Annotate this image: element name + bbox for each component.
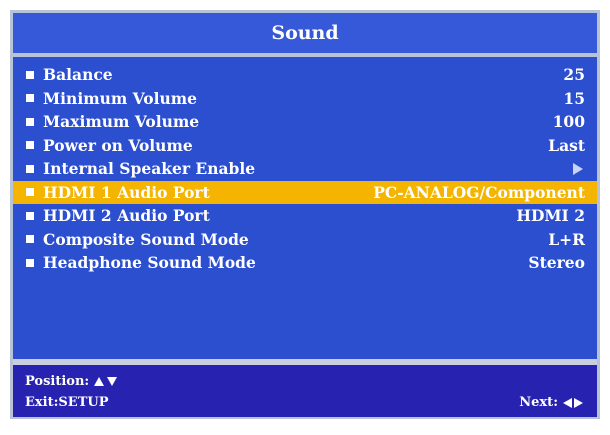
arrow-right-icon (574, 397, 583, 408)
menu-item-maximum-volume[interactable]: Maximum Volume 100 (13, 110, 597, 134)
exit-label: Exit:SETUP (25, 395, 109, 410)
bullet-icon (26, 188, 34, 197)
next-label: Next: (519, 395, 558, 410)
menu-item-value: Last (548, 135, 585, 155)
menu-item-balance[interactable]: Balance 25 (13, 63, 597, 87)
arrow-left-icon (563, 397, 572, 408)
menu-item-power-on-volume[interactable]: Power on Volume Last (13, 134, 597, 158)
bullet-icon (26, 117, 34, 126)
bullet-icon (26, 258, 34, 267)
menu-item-headphone-sound-mode[interactable]: Headphone Sound Mode Stereo (13, 251, 597, 275)
menu-item-minimum-volume[interactable]: Minimum Volume 15 (13, 87, 597, 111)
menu-item-value: 100 (552, 112, 585, 132)
arrow-up-icon (94, 377, 105, 386)
menu-title: Sound (271, 22, 339, 44)
menu-item-label: HDMI 1 Audio Port (43, 182, 210, 202)
help-footer: Position: Exit:SETUP Next: (13, 365, 597, 417)
menu-item-composite-sound-mode[interactable]: Composite Sound Mode L+R (13, 228, 597, 252)
osd-menu-frame: Sound Balance 25 Minimum Volume 15 Maxim… (10, 10, 600, 419)
bullet-icon (26, 211, 34, 220)
menu-item-label: Power on Volume (43, 135, 193, 155)
menu-title-bar: Sound (13, 13, 597, 53)
menu-item-value: 25 (563, 65, 585, 85)
menu-item-label: Minimum Volume (43, 88, 198, 108)
bullet-icon (26, 235, 34, 244)
menu-item-label: Internal Speaker Enable (43, 159, 256, 179)
menu-panel: Balance 25 Minimum Volume 15 Maximum Vol… (13, 57, 597, 359)
menu-item-label: Maximum Volume (43, 112, 200, 132)
bullet-icon (26, 94, 34, 103)
bullet-icon (26, 164, 34, 173)
menu-list: Balance 25 Minimum Volume 15 Maximum Vol… (13, 63, 597, 275)
menu-item-hdmi-2-audio-port[interactable]: HDMI 2 Audio Port HDMI 2 (13, 204, 597, 228)
arrow-down-icon (107, 377, 118, 386)
arrow-right-icon (573, 162, 583, 175)
menu-item-label: Composite Sound Mode (43, 229, 249, 249)
menu-item-value: PC-ANALOG/Component (373, 182, 585, 202)
menu-item-hdmi-1-audio-port[interactable]: HDMI 1 Audio Port PC-ANALOG/Component (13, 180, 597, 204)
exit-hint: Exit:SETUP (25, 395, 108, 410)
menu-item-label: HDMI 2 Audio Port (43, 206, 210, 226)
menu-item-value: L+R (548, 229, 585, 249)
bullet-icon (26, 141, 34, 150)
menu-item-label: Balance (43, 65, 113, 85)
position-hint: Position: (25, 374, 118, 389)
position-label: Position: (25, 374, 90, 389)
bullet-icon (26, 70, 34, 79)
menu-item-internal-speaker-enable[interactable]: Internal Speaker Enable (13, 157, 597, 181)
menu-item-value: Stereo (528, 253, 585, 273)
menu-item-label: Headphone Sound Mode (43, 253, 256, 273)
menu-item-value: 15 (563, 88, 585, 108)
next-hint: Next: (519, 395, 583, 410)
menu-item-value: HDMI 2 (516, 206, 585, 226)
